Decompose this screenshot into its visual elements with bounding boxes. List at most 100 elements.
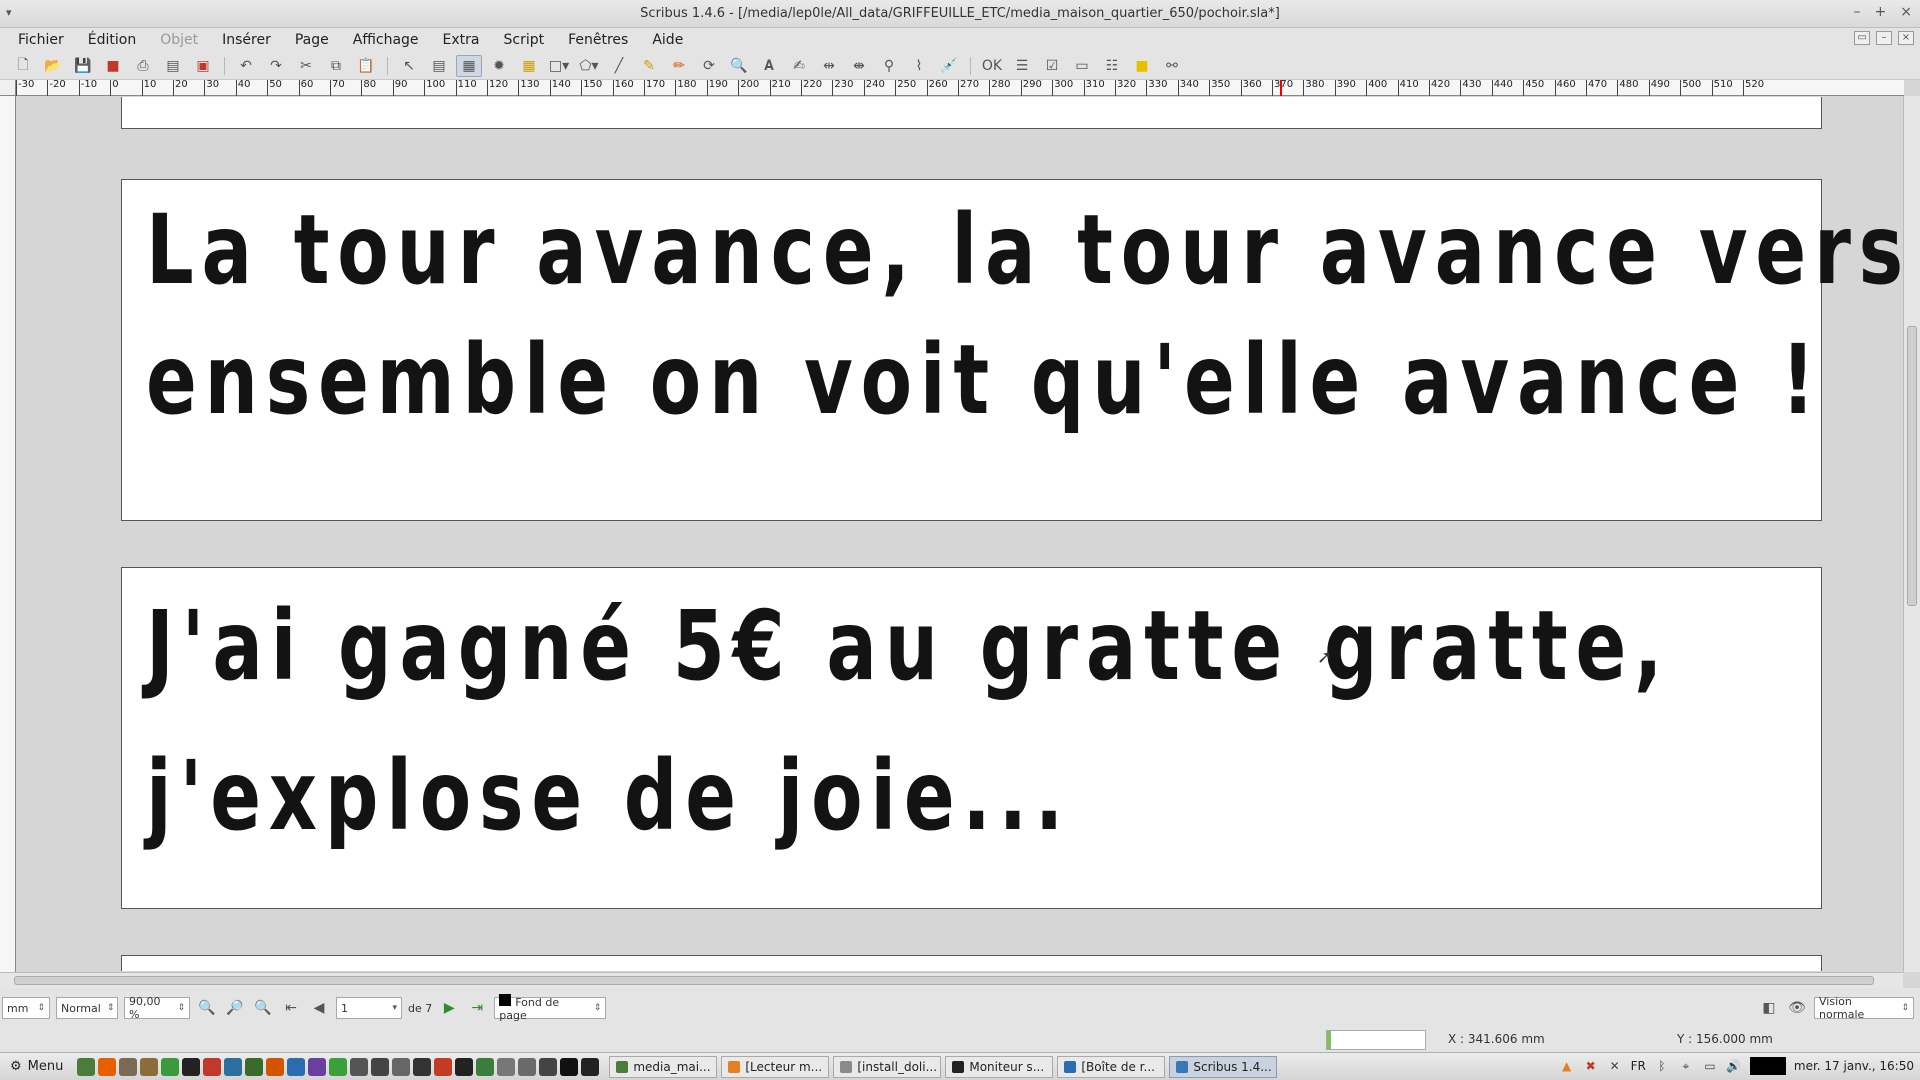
app-icon[interactable] <box>581 1057 600 1076</box>
vscode-icon[interactable] <box>287 1057 306 1076</box>
menu-affichage[interactable]: Affichage <box>341 32 431 48</box>
app-icon[interactable] <box>203 1057 222 1076</box>
volume-icon[interactable]: 🔊 <box>1726 1058 1742 1074</box>
pdf-textfield-icon[interactable]: ☰ <box>1009 55 1035 77</box>
redo-icon[interactable]: ↷ <box>263 55 289 77</box>
menu-aide[interactable]: Aide <box>640 32 695 48</box>
save-icon[interactable]: 💾 <box>70 55 96 77</box>
maximize-icon[interactable]: + <box>1875 4 1887 20</box>
page-frame[interactable]: J'ai gagné 5€ au gratte gratte, j'explos… <box>121 567 1822 909</box>
taskbar-window-button[interactable]: Scribus 1.4... <box>1169 1055 1278 1078</box>
copy-icon[interactable]: ⧉ <box>323 55 349 77</box>
select-icon[interactable]: ↖ <box>396 55 422 77</box>
measure-icon[interactable]: ⚲ <box>876 55 902 77</box>
previous-page-icon[interactable]: ◀ <box>308 997 330 1019</box>
open-icon[interactable]: 📂 <box>40 55 66 77</box>
taskbar-window-button[interactable]: media_mai... <box>609 1055 718 1078</box>
app-icon[interactable] <box>434 1057 453 1076</box>
keyboard-layout[interactable]: FR <box>1631 1059 1646 1073</box>
app-icon[interactable] <box>539 1057 558 1076</box>
zoom-icon[interactable]: 🔍 <box>726 55 752 77</box>
menu-edition[interactable]: Édition <box>76 32 148 48</box>
page-frame[interactable]: La tour avance, la tour avance vers nous… <box>121 179 1903 521</box>
paste-icon[interactable]: 📋 <box>353 55 379 77</box>
files-icon[interactable] <box>77 1057 96 1076</box>
app-icon[interactable] <box>497 1057 516 1076</box>
taskbar-window-button[interactable]: [Boîte de r... <box>1057 1055 1166 1078</box>
line-icon[interactable]: ╱ <box>606 55 632 77</box>
pdf-annotation-icon[interactable]: ■ <box>1129 55 1155 77</box>
zoom-out-icon[interactable]: 🔍 <box>196 997 218 1019</box>
gimp-icon[interactable] <box>119 1057 138 1076</box>
minimize-icon[interactable]: – <box>1854 4 1861 20</box>
pdf-listbox-icon[interactable]: ☷ <box>1099 55 1125 77</box>
app-icon[interactable] <box>329 1057 348 1076</box>
polygon-icon[interactable]: ⬠▾ <box>576 55 602 77</box>
rotate-icon[interactable]: ⟳ <box>696 55 722 77</box>
close-document-icon[interactable]: ■ <box>100 55 126 77</box>
edit-text-icon[interactable]: ✍ <box>786 55 812 77</box>
app-icon[interactable] <box>476 1057 495 1076</box>
page-number-select[interactable]: 1 ▾ <box>336 997 402 1019</box>
preflight-icon[interactable]: ▤ <box>160 55 186 77</box>
ruler-corner[interactable] <box>0 80 16 96</box>
clock[interactable]: mer. 17 janv., 16:50 <box>1794 1059 1914 1073</box>
print-icon[interactable]: ⎙ <box>130 55 156 77</box>
cut-icon[interactable]: ✂ <box>293 55 319 77</box>
menu-script[interactable]: Script <box>492 32 557 48</box>
app-icon[interactable] <box>140 1057 159 1076</box>
mouse-icon[interactable]: ⌖ <box>1678 1058 1694 1074</box>
cpu-monitor[interactable] <box>1749 1057 1786 1075</box>
pdf-button-icon[interactable]: OK <box>979 55 1005 77</box>
image-frame-icon[interactable]: ▦ <box>456 54 482 77</box>
zoom-field[interactable]: 90,00 % ⇕ <box>124 995 190 1021</box>
mdi-minimize-icon[interactable]: – <box>1876 31 1892 45</box>
layer-select[interactable]: Fond de page ⇕ <box>494 994 607 1022</box>
last-page-icon[interactable]: ⇥ <box>466 997 488 1019</box>
app-icon[interactable] <box>245 1057 264 1076</box>
first-page-icon[interactable]: ⇤ <box>280 997 302 1019</box>
scroll-thumb[interactable] <box>14 976 1874 985</box>
scroll-thumb[interactable] <box>1907 326 1917 606</box>
zoom-in-icon[interactable]: 🔍 <box>252 997 274 1019</box>
app-icon[interactable] <box>224 1057 243 1076</box>
app-icon[interactable] <box>518 1057 537 1076</box>
pdf-checkbox-icon[interactable]: ☑ <box>1039 55 1065 77</box>
edit-content-icon[interactable]: 𝐀 <box>756 55 782 77</box>
taskbar-window-button[interactable]: [Lecteur m... <box>721 1055 830 1078</box>
security-icon[interactable]: ✖ <box>1583 1058 1599 1074</box>
export-pdf-icon[interactable]: ▣ <box>190 55 216 77</box>
app-icon[interactable] <box>350 1057 369 1076</box>
vertical-scrollbar[interactable] <box>1903 96 1920 972</box>
app-icon[interactable] <box>266 1057 285 1076</box>
mdi-close-icon[interactable]: × <box>1898 31 1914 45</box>
vlc-icon[interactable]: ▲ <box>1559 1058 1575 1074</box>
chromium-icon[interactable] <box>161 1057 180 1076</box>
pdf-combobox-icon[interactable]: ▭ <box>1069 55 1095 77</box>
menu-extra[interactable]: Extra <box>431 32 492 48</box>
taskbar-window-button[interactable]: Moniteur s... <box>945 1055 1054 1078</box>
page-frame[interactable] <box>121 955 1822 971</box>
unlink-frames-icon[interactable]: ⇼ <box>846 55 872 77</box>
app-icon[interactable] <box>371 1057 390 1076</box>
freehand-icon[interactable]: ✏ <box>666 55 692 77</box>
taskbar-window-button[interactable]: [install_doli... <box>833 1055 942 1078</box>
text-frame-icon[interactable]: ▤ <box>426 55 452 77</box>
app-icon[interactable] <box>308 1057 327 1076</box>
page-frame[interactable] <box>121 97 1822 129</box>
shape-icon[interactable]: □▾ <box>546 55 572 77</box>
link-frames-icon[interactable]: ⇹ <box>816 55 842 77</box>
zoom-100-icon[interactable]: 🔎 <box>224 997 246 1019</box>
menu-fenetres[interactable]: Fenêtres <box>556 32 640 48</box>
close-icon[interactable]: × <box>1900 4 1912 20</box>
horizontal-ruler[interactable]: -30 -20 -10 0 10 20 30 40 50 60 70 80 90 100 110 120 130… <box>16 80 1904 96</box>
app-icon[interactable] <box>560 1057 579 1076</box>
preview-mode-select[interactable]: Normal ⇕ <box>56 997 118 1019</box>
view-mode-select[interactable]: Vision normale ⇕ <box>1814 995 1914 1021</box>
color-management-icon[interactable]: ◧ <box>1758 997 1780 1019</box>
copy-properties-icon[interactable]: ⌇ <box>906 55 932 77</box>
render-frame-icon[interactable]: ✹ <box>486 55 512 77</box>
horizontal-scrollbar[interactable] <box>0 972 1903 988</box>
inkscape-icon[interactable] <box>182 1057 201 1076</box>
firefox-icon[interactable] <box>98 1057 117 1076</box>
